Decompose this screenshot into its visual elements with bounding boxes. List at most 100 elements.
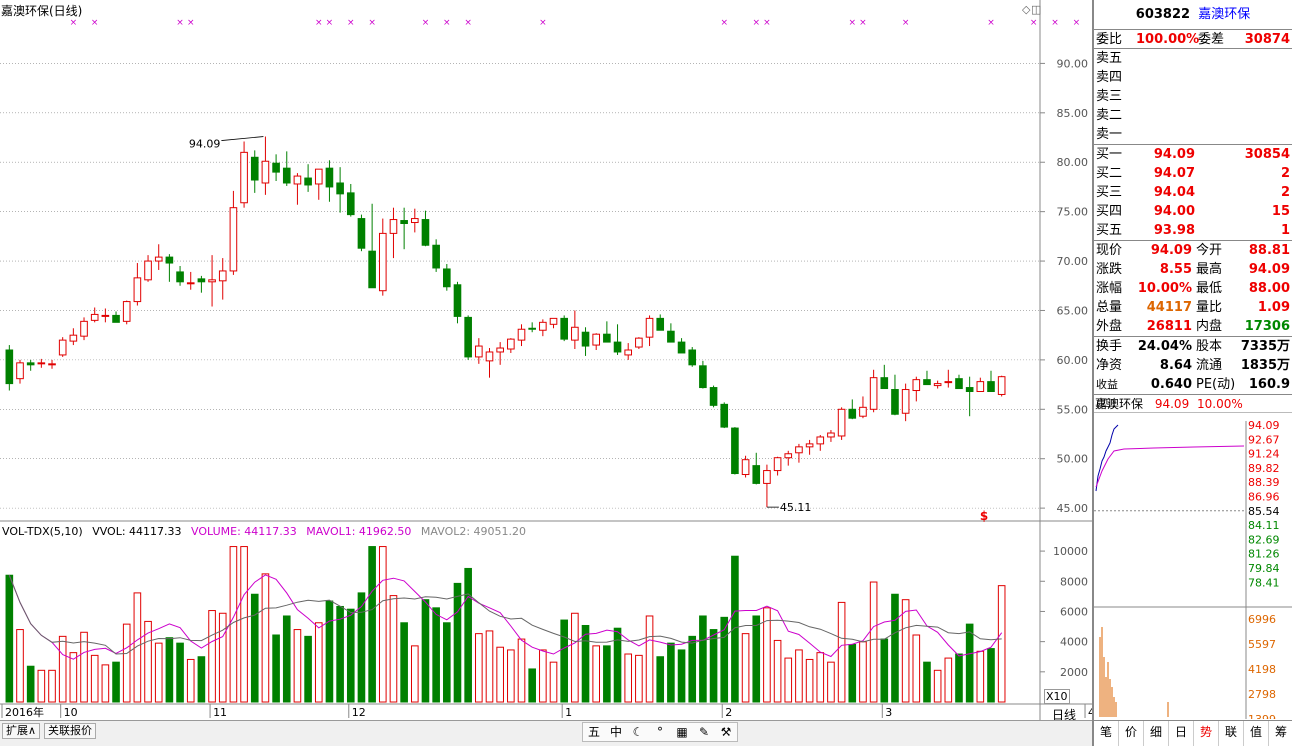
- volume-bar: [688, 635, 697, 703]
- vol-tick-label: 2000: [1060, 666, 1088, 679]
- mini-avg-line: [1095, 445, 1245, 488]
- volume-bar: [709, 629, 718, 703]
- volume-bar: [432, 607, 440, 703]
- volume-bar: [421, 599, 430, 703]
- candle-body: [549, 317, 558, 325]
- candle-body: [197, 278, 206, 283]
- mavol2-value: MAVOL2: 49051.20: [420, 525, 527, 538]
- candle-body: [410, 218, 419, 224]
- volume-bar: [16, 629, 24, 703]
- panel-tab[interactable]: 笔: [1094, 721, 1119, 746]
- tools-icon[interactable]: ⚒: [715, 723, 737, 741]
- volume-bar: [795, 649, 803, 703]
- signal-marker: ×: [464, 18, 472, 28]
- vvol-value: VVOL: 44117.33: [92, 525, 182, 538]
- volume-bar: [571, 612, 579, 703]
- candle-body: [741, 459, 750, 476]
- volume-bar: [101, 664, 110, 703]
- candle-body: [709, 387, 718, 406]
- x-factor: X10: [1044, 689, 1070, 704]
- sell-row: 卖一: [1096, 127, 1123, 142]
- five-icon[interactable]: 五: [583, 723, 605, 741]
- volume-bar: [346, 608, 355, 703]
- volume-bar: [293, 629, 302, 703]
- candle-body: [240, 151, 248, 204]
- volume-bar: [496, 646, 504, 703]
- candle-body: [784, 453, 793, 459]
- kline-chart-area[interactable]: 45.00 50.00 55.00 60.00 65.00 70.00 75.00 80.00…: [0, 0, 1092, 746]
- volume-bar: [880, 638, 889, 703]
- mini-price-tick: 89.82: [1248, 462, 1280, 475]
- stock-header: 603822 嘉澳环保: [1094, 0, 1292, 30]
- candle-body: [389, 219, 398, 234]
- degree-icon[interactable]: °: [649, 723, 671, 741]
- volume-bar: [357, 592, 366, 703]
- pen-icon[interactable]: ✎: [693, 723, 715, 741]
- candle-body: [837, 408, 846, 437]
- volume-bar: [485, 630, 494, 703]
- candle-body: [218, 270, 227, 282]
- volume-bar: [304, 635, 312, 703]
- moon-icon[interactable]: ☾: [627, 723, 649, 741]
- mini-price-tick: 88.39: [1248, 476, 1280, 489]
- candle-body: [528, 327, 536, 330]
- candle-body: [699, 365, 707, 389]
- fundamentals: 换手 24.04% 股本 7335万 净资 8.64 流通 1835万 收益(四) 0.640…: [1094, 337, 1292, 410]
- signal-marker: ×: [326, 18, 334, 28]
- signal-marker: ×: [70, 18, 78, 28]
- panel-tab[interactable]: 联: [1219, 721, 1244, 746]
- volume-bar: [186, 658, 195, 703]
- volume-bar: [48, 669, 56, 703]
- buy-row: 买二 94.07 2: [1096, 166, 1290, 181]
- zhong-icon[interactable]: 中: [605, 723, 627, 741]
- candle-body: [69, 334, 78, 342]
- stock-name[interactable]: 嘉澳环保: [1198, 7, 1250, 22]
- panel-tab[interactable]: 细: [1144, 721, 1169, 746]
- volume-bar: [240, 546, 248, 703]
- expand-tab[interactable]: 扩展∧: [2, 723, 41, 739]
- related-quotes-tab[interactable]: 关联报价: [44, 723, 96, 739]
- intraday-mini-chart[interactable]: 94.0992.67 91.2489.8288.39 86.9685.5484.11…: [1094, 421, 1292, 719]
- vol-tick-label: 6000: [1060, 605, 1088, 618]
- panel-tab[interactable]: 势: [1194, 721, 1219, 746]
- volume-bar: [944, 657, 953, 703]
- candle-body: [656, 317, 665, 331]
- volume-bar: [314, 622, 323, 703]
- candle-body: [432, 244, 440, 269]
- candle-body: [773, 457, 782, 472]
- kline-chart[interactable]: 45.00 50.00 55.00 60.00 65.00 70.00 75.00 80.00…: [0, 0, 1092, 720]
- candle-body: [997, 376, 1006, 395]
- panel-tab[interactable]: 值: [1244, 721, 1269, 746]
- candle-body: [144, 260, 152, 281]
- volume-bar: [272, 634, 280, 703]
- keyboard-icon[interactable]: ▦: [671, 723, 693, 741]
- volume-bar: [912, 634, 921, 703]
- sell-row: 卖二: [1096, 108, 1123, 123]
- date-label: 3: [885, 706, 892, 719]
- signal-marker: ×: [859, 18, 867, 28]
- price-tick-label: 75.00: [1057, 206, 1089, 219]
- volume-bar: [197, 656, 206, 703]
- mini-price-tick: 85.54: [1248, 505, 1280, 518]
- panel-tab[interactable]: 日: [1169, 721, 1194, 746]
- volume-bar: [827, 661, 835, 703]
- candle-body: [357, 218, 366, 249]
- volume-bar: [613, 627, 622, 703]
- mini-price-tick: 79.84: [1248, 562, 1280, 575]
- volume-bar: [378, 546, 387, 703]
- volume-bar: [443, 622, 451, 703]
- candle-body: [154, 256, 163, 262]
- date-label: 10: [64, 706, 78, 719]
- volume-bar: [965, 623, 974, 703]
- volume-bar: [5, 574, 14, 703]
- mini-price-tick: 91.24: [1248, 448, 1280, 461]
- volume-bar: [112, 661, 120, 703]
- candle-body: [859, 406, 867, 417]
- mini-vol-tick: 6996: [1248, 613, 1276, 626]
- panel-tab[interactable]: 价: [1119, 721, 1144, 746]
- stat-row: 总量 44117 量比 1.09: [1096, 300, 1290, 315]
- volume-bar: [325, 600, 334, 703]
- panel-tab[interactable]: 筹: [1269, 721, 1292, 746]
- mini-vol-tick: 5597: [1248, 638, 1276, 651]
- buy-row: 买一 94.09 30854: [1096, 147, 1290, 162]
